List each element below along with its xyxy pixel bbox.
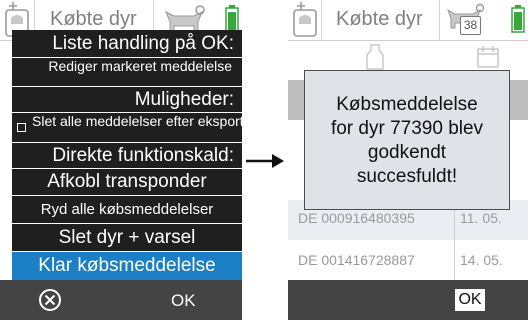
dialog-line: Købsmeddelelse xyxy=(336,94,478,115)
menu-item-clear-all-purchase-messages[interactable]: Ryd alle købsmeddelelser xyxy=(12,196,242,223)
bottom-bar: OK xyxy=(288,280,528,320)
menu-item-detach-transponder[interactable]: Afkobl transponder xyxy=(12,169,242,195)
heading-direct-call: Direkte funktionskald: xyxy=(12,143,242,168)
dialog-line: for dyr 77390 blev xyxy=(330,118,484,139)
cow-tag-icon xyxy=(293,2,317,37)
menu-item-delete-all-after-export[interactable]: Slet alle meddelelser efter eksport xyxy=(12,113,242,142)
calendar-count-badge: 38 xyxy=(460,16,481,35)
screen-title: Købte dyr xyxy=(336,8,423,30)
checkbox-unchecked[interactable] xyxy=(17,123,26,132)
menu-item-edit-marked-message[interactable]: Rediger markeret meddelelse xyxy=(12,58,242,86)
dialog-line: succesfuldt! xyxy=(356,166,458,187)
battery-icon xyxy=(511,5,525,33)
result-screen: Købte dyr 38 DE 000916480395 11. 05. DE … xyxy=(288,0,528,320)
dialog-line: godkendt xyxy=(367,142,447,163)
ok-button[interactable]: OK xyxy=(171,291,196,311)
bottom-bar: OK xyxy=(0,280,242,320)
list-item[interactable]: DE 001416728887 14. 05. xyxy=(288,240,528,280)
arrow-right-icon xyxy=(246,154,284,168)
menu-item-clear-purchase-message[interactable]: Klar købsmeddelelse xyxy=(12,252,242,280)
confirmation-dialog: Købsmeddelelse for dyr 77390 blev godken… xyxy=(304,70,510,210)
bottle-icon xyxy=(366,44,384,70)
cancel-icon[interactable] xyxy=(38,288,62,312)
heading-list-action: Liste handling på OK: xyxy=(12,30,242,57)
ok-button[interactable]: OK xyxy=(455,289,485,311)
header-bar: Købte dyr 38 xyxy=(288,0,528,41)
calendar-icon xyxy=(477,46,499,68)
menu-screen: Købte dyr Liste handling på OK: Rediger … xyxy=(0,0,242,320)
menu-item-delete-animal-alert[interactable]: Slet dyr + varsel xyxy=(12,224,242,251)
screen-title: Købte dyr xyxy=(50,8,137,30)
heading-options: Muligheder: xyxy=(12,87,242,112)
